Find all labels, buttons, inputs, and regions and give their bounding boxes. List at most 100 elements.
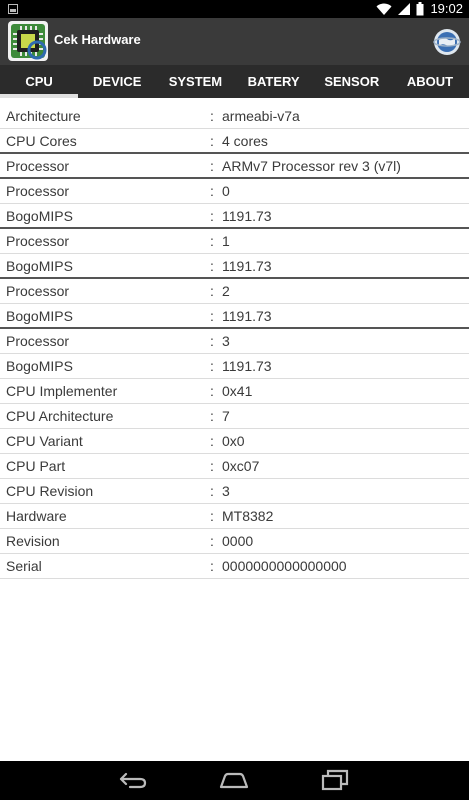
row-separator: : xyxy=(210,558,214,574)
info-row: CPU Architecture:7 xyxy=(0,404,469,429)
row-value: 3 xyxy=(222,333,230,349)
row-separator: : xyxy=(210,408,214,424)
row-value: MT8382 xyxy=(222,508,274,524)
row-separator: : xyxy=(210,157,214,174)
row-separator: : xyxy=(210,257,214,274)
info-row: Architecture: armeabi-v7a xyxy=(0,104,469,129)
info-row: Revision:0000 xyxy=(0,529,469,554)
row-separator: : xyxy=(210,333,214,349)
row-value: 0000000000000000 xyxy=(222,558,347,574)
cpu-chip-app-icon[interactable] xyxy=(8,21,48,61)
cpu-info-list: Architecture: armeabi-v7a CPU Cores:4 cor… xyxy=(0,98,469,579)
recents-icon[interactable] xyxy=(320,768,350,792)
row-label: CPU Cores xyxy=(6,132,77,149)
image-icon xyxy=(8,4,18,14)
row-separator: : xyxy=(210,433,214,449)
info-row: BogoMIPS:1191.73 xyxy=(0,354,469,379)
row-separator: : xyxy=(210,207,214,224)
row-value: 4 cores xyxy=(222,132,268,149)
info-row: CPU Revision:3 xyxy=(0,479,469,504)
row-label: CPU Revision xyxy=(6,483,94,499)
row-label: Revision xyxy=(6,533,60,549)
info-row: CPU Implementer:0x41 xyxy=(0,379,469,404)
row-value: 1191.73 xyxy=(222,307,272,324)
row-value: 1 xyxy=(222,233,230,249)
row-separator: : xyxy=(210,358,214,374)
info-row: Serial:0000000000000000 xyxy=(0,554,469,579)
row-separator: : xyxy=(210,458,214,474)
row-label: BogoMIPS xyxy=(6,307,73,324)
app-title: Cek Hardware xyxy=(54,32,141,47)
row-label: CPU Architecture xyxy=(6,408,114,424)
row-label: Processor xyxy=(6,233,70,249)
row-value: ARMv7 Processor rev 3 (v7l) xyxy=(222,157,401,174)
info-row: CPU Cores:4 cores xyxy=(0,129,469,154)
battery-icon xyxy=(416,2,424,16)
row-value: 0000 xyxy=(222,533,254,549)
row-label: Processor xyxy=(6,157,70,174)
cpu-info-panel[interactable]: Architecture: armeabi-v7a CPU Cores:4 cor… xyxy=(0,98,469,761)
info-row: Processor:1 xyxy=(0,229,469,254)
navigation-bar xyxy=(0,761,469,800)
tab-batery[interactable]: BATERY xyxy=(235,65,313,98)
row-separator: : xyxy=(210,132,214,149)
info-row: Processor:3 xyxy=(0,329,469,354)
row-value: 0 xyxy=(222,183,230,199)
back-icon[interactable] xyxy=(118,768,148,792)
tab-device[interactable]: DEVICE xyxy=(78,65,156,98)
info-row: CPU Variant:0x0 xyxy=(0,429,469,454)
info-row: Processor: ARMv7 Processor rev 3 (v7l) xyxy=(0,154,469,179)
row-separator: : xyxy=(210,233,214,249)
row-value: 1191.73 xyxy=(222,207,272,224)
row-value: 7 xyxy=(222,408,230,424)
tab-bar: CPU DEVICE SYSTEM BATERY SENSOR ABOUT xyxy=(0,65,469,98)
row-separator: : xyxy=(210,483,214,499)
row-separator: : xyxy=(210,307,214,324)
info-row: BogoMIPS:1191.73 xyxy=(0,304,469,329)
row-value: 0x41 xyxy=(222,383,253,399)
info-row: Processor:0 xyxy=(0,179,469,204)
row-value: 1191.73 xyxy=(222,257,272,274)
info-row: Hardware: MT8382 xyxy=(0,504,469,529)
status-bar: 19:02 xyxy=(0,0,469,18)
info-row: Processor:2 xyxy=(0,279,469,304)
row-label: BogoMIPS xyxy=(6,358,73,374)
row-separator: : xyxy=(210,508,214,524)
wifi-icon xyxy=(376,3,392,15)
row-label: Processor xyxy=(6,333,70,349)
row-value: 2 xyxy=(222,283,230,299)
row-separator: : xyxy=(210,108,214,124)
tab-about[interactable]: ABOUT xyxy=(391,65,469,98)
tab-cpu[interactable]: CPU xyxy=(0,65,79,98)
row-value: 0xc07 xyxy=(222,458,260,474)
row-label: CPU Part xyxy=(6,458,66,474)
signal-icon xyxy=(398,3,411,15)
row-separator: : xyxy=(210,283,214,299)
row-label: Architecture xyxy=(6,108,81,124)
row-value: 0x0 xyxy=(222,433,245,449)
row-label: Processor xyxy=(6,183,70,199)
row-separator: : xyxy=(210,383,214,399)
row-value: 1191.73 xyxy=(222,358,272,374)
globe-icon[interactable] xyxy=(433,28,461,56)
row-separator: : xyxy=(210,183,214,199)
status-time: 19:02 xyxy=(430,1,463,16)
tab-system[interactable]: SYSTEM xyxy=(156,65,234,98)
row-value: 3 xyxy=(222,483,230,499)
row-label: Serial xyxy=(6,558,42,574)
row-label: BogoMIPS xyxy=(6,207,73,224)
row-label: BogoMIPS xyxy=(6,257,73,274)
info-row: BogoMIPS:1191.73 xyxy=(0,204,469,229)
status-icons: 19:02 xyxy=(376,1,463,17)
row-label: Processor xyxy=(6,283,70,299)
info-row: CPU Part:0xc07 xyxy=(0,454,469,479)
row-label: CPU Implementer xyxy=(6,383,118,399)
row-value: armeabi-v7a xyxy=(222,108,300,124)
row-label: CPU Variant xyxy=(6,433,83,449)
row-separator: : xyxy=(210,533,214,549)
action-bar: Cek Hardware xyxy=(0,18,469,65)
home-icon[interactable] xyxy=(219,768,249,792)
tab-sensor[interactable]: SENSOR xyxy=(313,65,391,98)
info-row: BogoMIPS:1191.73 xyxy=(0,254,469,279)
row-label: Hardware xyxy=(6,508,67,524)
